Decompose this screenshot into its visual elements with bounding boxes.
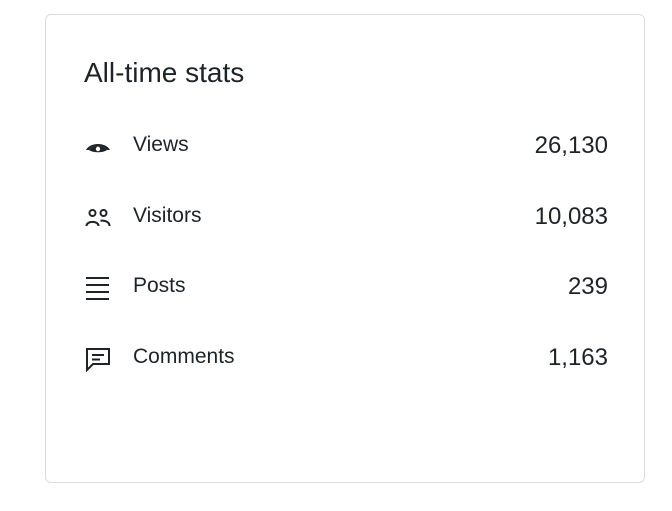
- stat-row-posts: Posts 239: [84, 269, 608, 340]
- stat-row-views: Views 26,130: [84, 128, 608, 199]
- stat-value: 239: [567, 273, 608, 300]
- eye-icon: [84, 133, 118, 161]
- people-icon: [84, 204, 118, 232]
- list-lines-icon: [84, 274, 118, 302]
- stat-row-visitors: Visitors 10,083: [84, 199, 608, 270]
- stat-value: 1,163: [547, 343, 608, 371]
- all-time-stats-card: All-time stats Views 26,130 Visitors 10,…: [45, 14, 645, 483]
- stat-value: 26,130: [534, 132, 608, 159]
- stat-row-comments: Comments 1,163: [84, 340, 608, 411]
- stat-label: Comments: [133, 344, 235, 368]
- stat-label: Visitors: [133, 203, 202, 227]
- stat-value: 10,083: [534, 202, 608, 230]
- card-title: All-time stats: [84, 57, 245, 88]
- stat-list: Views 26,130 Visitors 10,083 Posts 239 C…: [84, 128, 608, 410]
- comment-icon: [84, 345, 118, 373]
- stat-label: Views: [133, 133, 189, 156]
- stat-label: Posts: [133, 274, 186, 297]
